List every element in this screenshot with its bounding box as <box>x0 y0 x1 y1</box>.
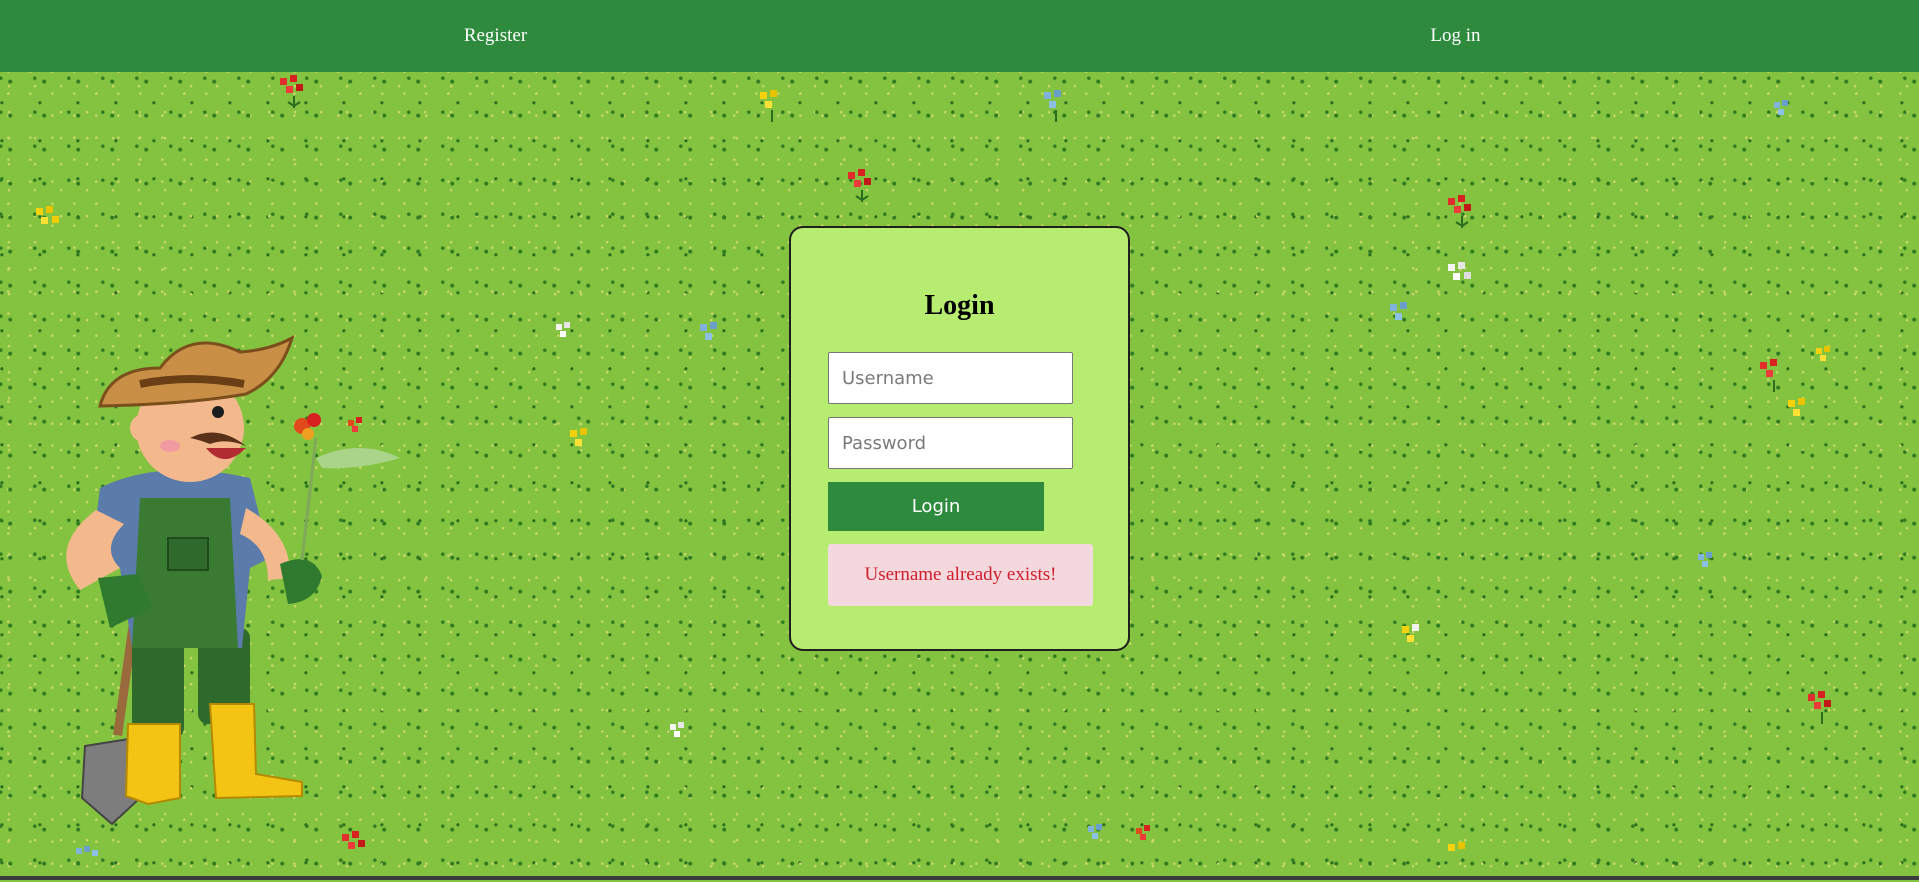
yellow-flower-icon <box>570 428 587 446</box>
yellow-flower-icon <box>36 206 59 224</box>
red-flower-icon <box>280 75 303 108</box>
white-flower-icon <box>1448 262 1471 280</box>
yellow-flower-icon <box>1816 346 1830 361</box>
yellow-flower-icon <box>1402 624 1419 642</box>
red-flower-icon <box>342 831 365 849</box>
register-link[interactable]: Register <box>16 0 975 72</box>
login-submit-button[interactable]: Login <box>828 482 1044 531</box>
error-message: Username already exists! <box>828 544 1093 606</box>
blue-flower-icon <box>1390 302 1407 320</box>
login-card: Login Login Username already exists! <box>789 226 1130 651</box>
yellow-flower-icon <box>1448 842 1465 851</box>
red-flower-icon <box>1448 195 1471 228</box>
yellow-flower-icon <box>1788 398 1805 416</box>
username-input[interactable] <box>828 352 1073 404</box>
bottom-border <box>0 876 1919 880</box>
red-flower-icon <box>1136 825 1150 840</box>
red-flower-icon <box>848 169 871 202</box>
blue-flower-icon <box>1088 824 1102 839</box>
password-input[interactable] <box>828 417 1073 469</box>
blue-flower-icon <box>700 322 717 340</box>
farmer-illustration <box>66 334 400 826</box>
white-flower-icon <box>556 322 570 337</box>
red-flower-icon <box>1760 359 1777 392</box>
blue-flower-icon <box>1044 90 1061 122</box>
red-flower-icon <box>1808 691 1831 724</box>
blue-flower-icon <box>1774 100 1788 115</box>
login-title: Login <box>924 290 995 321</box>
blue-flower-icon <box>1698 552 1712 567</box>
yellow-flower-icon <box>760 90 777 122</box>
top-navigation-bar: Register Log in <box>0 0 1919 72</box>
login-link[interactable]: Log in <box>976 0 1919 72</box>
white-flower-icon <box>670 722 684 737</box>
